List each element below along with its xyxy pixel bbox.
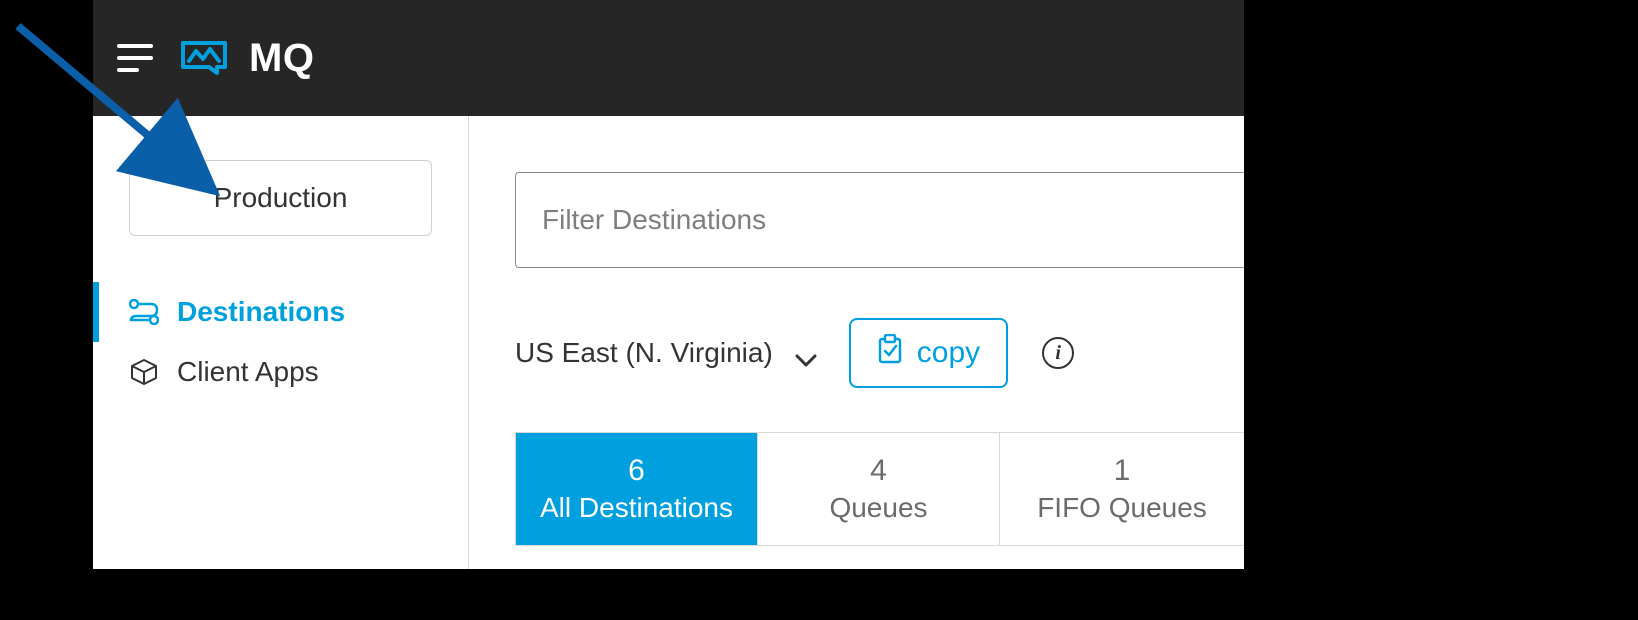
- filter-destinations-input[interactable]: [515, 172, 1244, 268]
- chevron-down-icon: [795, 343, 815, 363]
- menu-icon[interactable]: [117, 44, 153, 72]
- tab-queues[interactable]: 4 Queues: [758, 433, 1000, 545]
- sidebar: Production Destinations: [93, 116, 469, 569]
- tab-count: 4: [870, 454, 887, 488]
- sidebar-item-label: Destinations: [177, 296, 345, 328]
- box-icon: [129, 357, 159, 387]
- environment-selector[interactable]: Production: [129, 160, 432, 236]
- tab-count: 1: [1114, 454, 1131, 488]
- destination-tabs: 6 All Destinations 4 Queues 1 FIFO Queue…: [515, 432, 1244, 546]
- sidebar-item-destinations[interactable]: Destinations: [93, 282, 468, 342]
- copy-button-label: copy: [917, 336, 980, 370]
- sidebar-item-label: Client Apps: [177, 356, 319, 388]
- tab-count: 6: [628, 454, 645, 488]
- region-selected-label: US East (N. Virginia): [515, 337, 773, 369]
- region-selector[interactable]: US East (N. Virginia): [515, 337, 815, 369]
- mq-logo-icon: [179, 39, 229, 77]
- sidebar-item-client-apps[interactable]: Client Apps: [93, 342, 468, 402]
- tab-all-destinations[interactable]: 6 All Destinations: [516, 433, 758, 545]
- app-logo: MQ: [179, 36, 314, 81]
- environment-label: Production: [214, 182, 348, 214]
- region-row: US East (N. Virginia): [515, 318, 1244, 388]
- main-panel: US East (N. Virginia): [469, 116, 1244, 569]
- tab-label: All Destinations: [540, 492, 733, 524]
- copy-button[interactable]: copy: [849, 318, 1008, 388]
- info-icon[interactable]: i: [1042, 337, 1074, 369]
- content-area: Production Destinations: [93, 116, 1244, 569]
- tab-label: FIFO Queues: [1037, 492, 1207, 524]
- top-bar: MQ: [93, 0, 1244, 116]
- tab-fifo-queues[interactable]: 1 FIFO Queues: [1000, 433, 1244, 545]
- app-window: MQ Production Desti: [93, 0, 1244, 569]
- clipboard-check-icon: [877, 334, 903, 372]
- tab-label: Queues: [829, 492, 927, 524]
- app-title: MQ: [249, 36, 314, 81]
- route-icon: [129, 297, 159, 327]
